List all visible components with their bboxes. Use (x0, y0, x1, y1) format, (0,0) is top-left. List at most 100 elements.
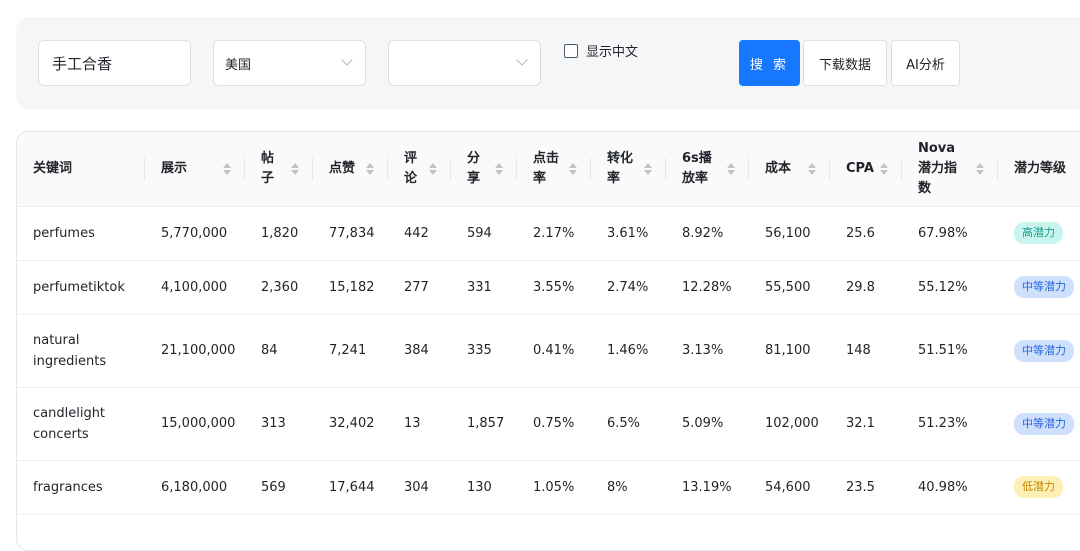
sort-icon[interactable] (366, 162, 374, 175)
keyword-input-wrapper (38, 40, 191, 86)
cell-comments: 304 (388, 459, 451, 514)
cell-6s-play-rate: 13.19% (666, 459, 749, 514)
col-header-label: 关键词 (33, 160, 73, 176)
cell-ctr: 1.05% (517, 459, 591, 514)
show-chinese-label: 显示中文 (586, 45, 639, 60)
col-header-nova-index[interactable]: Nova潜力指数 (902, 132, 998, 206)
sort-icon[interactable] (880, 162, 888, 175)
sort-icon[interactable] (976, 162, 984, 175)
col-header-likes[interactable]: 点赞 (313, 132, 388, 206)
cell-ctr: 0.75% (517, 386, 591, 460)
cell-likes: 17,644 (313, 459, 388, 514)
checkbox-icon[interactable] (564, 43, 578, 58)
cell-cvr: 2.74% (591, 259, 666, 314)
table-row (17, 513, 1080, 550)
cell-impressions: 5,770,000 (145, 205, 245, 260)
secondary-select[interactable] (388, 40, 541, 86)
col-header-label: CPA (846, 160, 874, 176)
col-header-label: Nova潜力指数 (918, 140, 958, 196)
download-data-button[interactable]: 下载数据 (803, 40, 887, 86)
cell-cvr: 1.46% (591, 313, 666, 387)
col-header-cost[interactable]: 成本 (749, 132, 830, 206)
col-header-impressions[interactable]: 展示 (145, 132, 245, 206)
cell-cost: 81,100 (749, 313, 830, 387)
potential-level-badge: 中等潜力 (1014, 339, 1074, 362)
sort-icon[interactable] (569, 162, 577, 175)
sort-icon[interactable] (429, 162, 437, 175)
col-header-label: 展示 (161, 160, 188, 176)
show-chinese-checkbox[interactable]: 显示中文 (564, 41, 638, 60)
cell-keyword: candlelight concerts (17, 386, 145, 460)
cell-likes: 15,182 (313, 259, 388, 314)
potential-level-badge: 中等潜力 (1014, 412, 1074, 435)
keyword-input[interactable] (39, 41, 190, 85)
cell-cvr: 3.61% (591, 205, 666, 260)
cell-level: 中等潜力 (998, 259, 1080, 314)
sort-icon[interactable] (495, 162, 503, 175)
chevron-down-icon (516, 54, 528, 66)
col-header-label: 潜力等级 (1014, 160, 1067, 176)
cell-keyword: perfumetiktok (17, 259, 145, 314)
cell-posts: 313 (245, 386, 313, 460)
col-header-6s-play-rate[interactable]: 6s播放率 (666, 132, 749, 206)
col-header-shares[interactable]: 分享 (451, 132, 517, 206)
cell-cpa: 23.5 (830, 459, 902, 514)
col-header-cvr[interactable]: 转化率 (591, 132, 666, 206)
country-select[interactable]: 美国 (213, 40, 366, 86)
table-row: candlelight concerts 15,000,000 313 32,4… (17, 386, 1080, 460)
cell-comments: 442 (388, 205, 451, 260)
cell-level: 低潜力 (998, 459, 1080, 514)
table-row: natural ingredients 21,100,000 84 7,241 … (17, 313, 1080, 387)
cell-posts: 2,360 (245, 259, 313, 314)
potential-level-badge: 低潜力 (1014, 476, 1063, 498)
cell-6s-play-rate: 3.13% (666, 313, 749, 387)
sort-icon[interactable] (291, 162, 299, 175)
table-header-row: 关键词 展示 帖子 点赞 评论 分享 点击率 转化率 6s播放率 成本 CPA … (17, 132, 1080, 206)
cell-ctr: 2.17% (517, 205, 591, 260)
potential-level-badge: 中等潜力 (1014, 276, 1074, 298)
keyword-table: 关键词 展示 帖子 点赞 评论 分享 点击率 转化率 6s播放率 成本 CPA … (16, 131, 1080, 551)
sort-icon[interactable] (727, 162, 735, 175)
cell-nova-index: 51.23% (902, 386, 998, 460)
cell-keyword: perfumes (17, 205, 145, 260)
cell-shares: 331 (451, 259, 517, 314)
cell-cost: 54,600 (749, 459, 830, 514)
cell-cost: 102,000 (749, 386, 830, 460)
col-header-label: 6s播放率 (682, 150, 712, 186)
cell-comments: 13 (388, 386, 451, 460)
country-select-value: 美国 (225, 57, 252, 73)
cell-cpa: 148 (830, 313, 902, 387)
col-header-label: 帖子 (261, 150, 275, 186)
cell-shares: 130 (451, 459, 517, 514)
search-button[interactable]: 搜 索 (739, 40, 800, 86)
cell-impressions: 21,100,000 (145, 313, 245, 387)
cell-cvr: 8% (591, 459, 666, 514)
col-header-cpa[interactable]: CPA (830, 132, 902, 206)
table-row: perfumetiktok 4,100,000 2,360 15,182 277… (17, 259, 1080, 314)
sort-icon[interactable] (223, 162, 231, 175)
cell-nova-index: 55.12% (902, 259, 998, 314)
col-header-posts[interactable]: 帖子 (245, 132, 313, 206)
col-header-comments[interactable]: 评论 (388, 132, 451, 206)
cell-6s-play-rate: 12.28% (666, 259, 749, 314)
cell-shares: 1,857 (451, 386, 517, 460)
cell-cpa: 32.1 (830, 386, 902, 460)
col-header-label: 点赞 (329, 160, 356, 176)
sort-icon[interactable] (644, 162, 652, 175)
col-header-label: 分享 (467, 150, 481, 186)
sort-icon[interactable] (808, 162, 816, 175)
cell-ctr: 0.41% (517, 313, 591, 387)
cell-posts: 84 (245, 313, 313, 387)
data-table: 关键词 展示 帖子 点赞 评论 分享 点击率 转化率 6s播放率 成本 CPA … (17, 132, 1080, 550)
cell-likes: 7,241 (313, 313, 388, 387)
col-header-ctr[interactable]: 点击率 (517, 132, 591, 206)
cell-posts: 1,820 (245, 205, 313, 260)
col-header-label: 点击率 (533, 150, 560, 186)
cell-likes: 32,402 (313, 386, 388, 460)
col-header-label: 成本 (765, 160, 792, 176)
table-row: fragrances 6,180,000 569 17,644 304 130 … (17, 459, 1080, 514)
cell-likes: 77,834 (313, 205, 388, 260)
cell-comments: 277 (388, 259, 451, 314)
ai-analysis-button[interactable]: AI分析 (891, 40, 960, 86)
cell-posts: 569 (245, 459, 313, 514)
